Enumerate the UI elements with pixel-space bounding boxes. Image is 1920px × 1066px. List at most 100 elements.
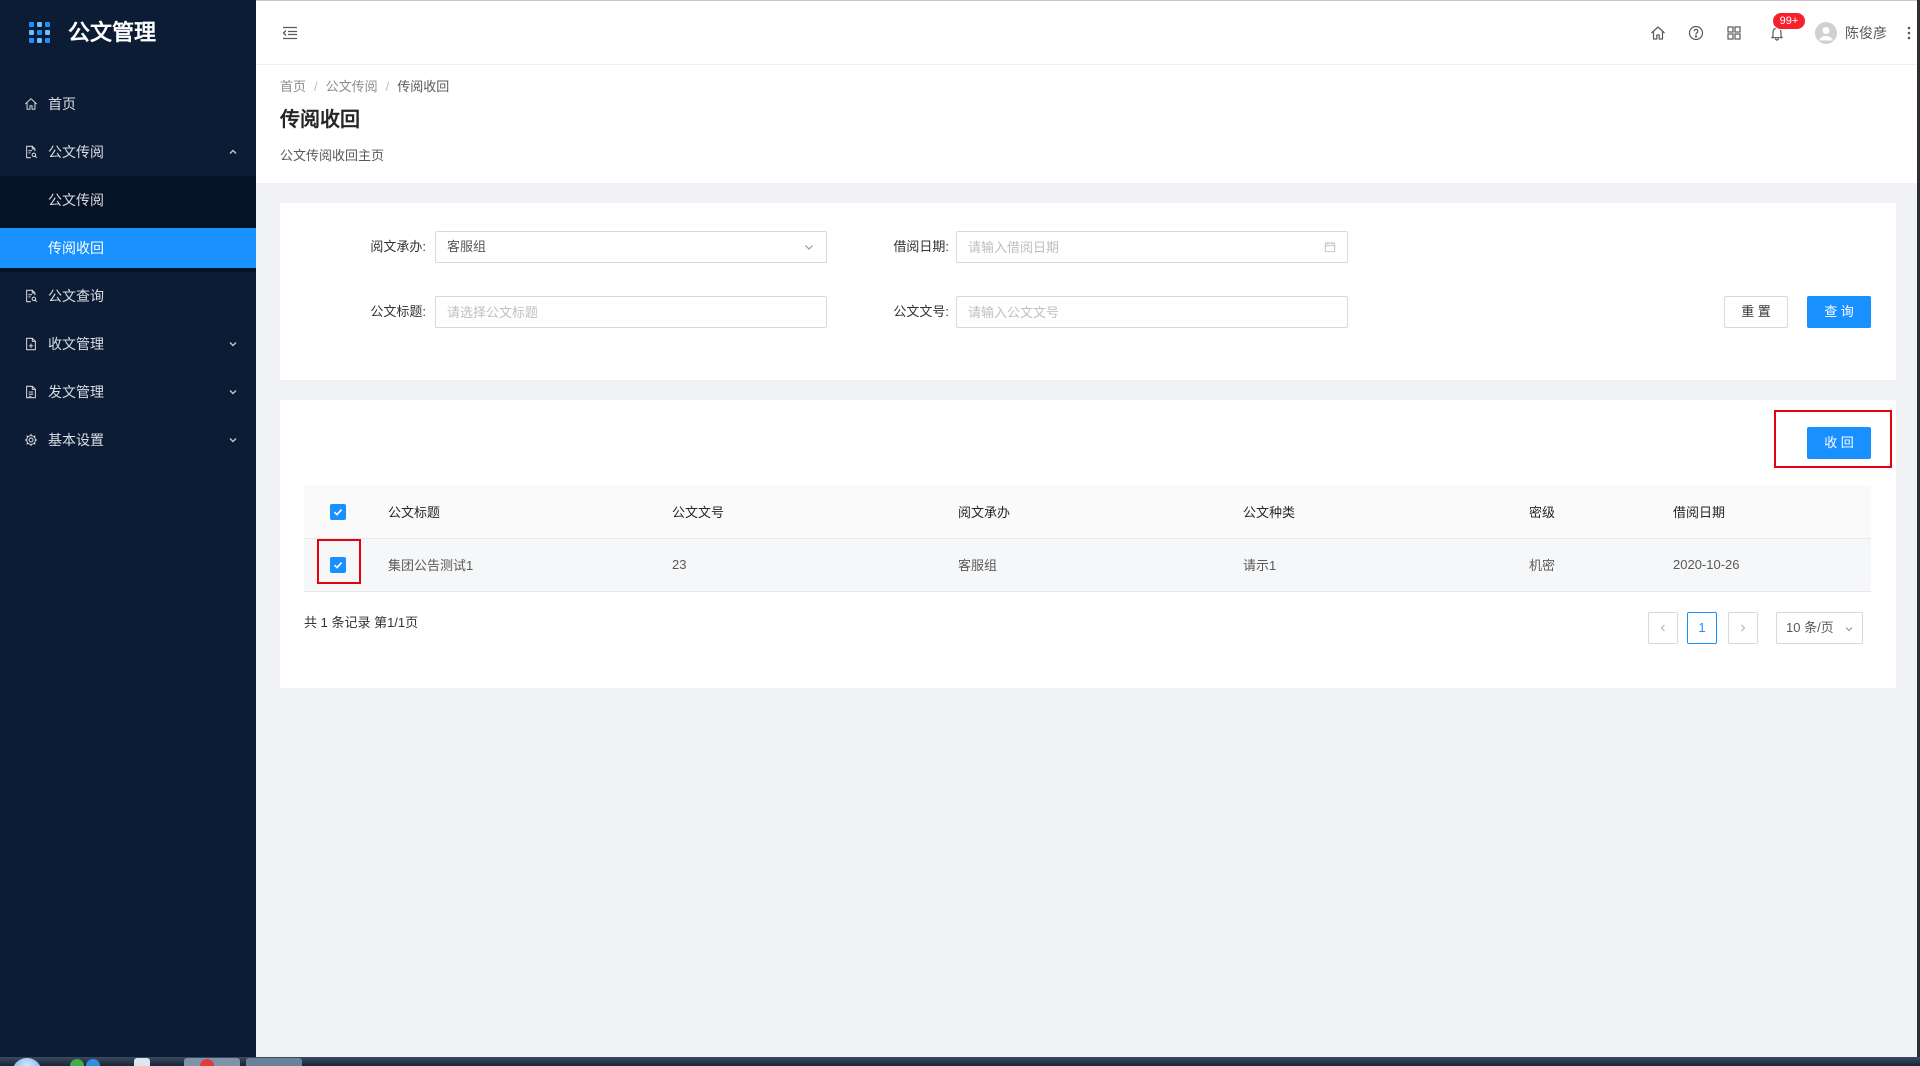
cell-title: 集团公告测试1 xyxy=(372,538,656,592)
table-row[interactable]: 集团公告测试1 23 客服组 请示1 机密 2020-10-26 xyxy=(304,538,1871,592)
chevron-right-icon xyxy=(1741,624,1746,632)
taskbar-app-button[interactable] xyxy=(246,1058,302,1066)
chevron-down-icon xyxy=(228,435,238,445)
search-form-card: 阅文承办: 客服组 借阅日期: 公文标题: 公文文号: 重 置 查 询 xyxy=(280,203,1896,380)
recall-button[interactable]: 收 回 xyxy=(1807,427,1871,459)
breadcrumb-item-doc-circulation[interactable]: 公文传阅 xyxy=(326,78,378,96)
sidebar-item-label: 公文查询 xyxy=(48,288,104,304)
select-all-checkbox[interactable] xyxy=(330,503,346,520)
search-button[interactable]: 查 询 xyxy=(1807,296,1871,328)
file-add-icon xyxy=(24,337,38,351)
sidebar-menu: 首页 公文传阅 公文传阅 传阅收回 公文查询 收文管理 发文管理 基本设置 xyxy=(0,80,256,464)
breadcrumb-item-current: 传阅收回 xyxy=(397,79,450,94)
file-text-icon xyxy=(24,385,38,399)
column-header-handler: 阅文承办 xyxy=(942,485,1227,539)
page-size-value: 10 条/页 xyxy=(1786,620,1834,635)
column-header-borrow-date: 借阅日期 xyxy=(1657,485,1871,539)
chevron-down-icon xyxy=(228,387,238,397)
pagination-summary: 共 1 条记录 第1/1页 xyxy=(304,615,419,630)
column-header-doc-number: 公文文号 xyxy=(656,485,942,539)
sidebar-item-label: 收文管理 xyxy=(48,336,104,352)
row-select-cell xyxy=(304,538,372,592)
sidebar-item-doc-circulation[interactable]: 公文传阅 xyxy=(0,128,256,176)
cell-borrow-date: 2020-10-26 xyxy=(1657,538,1871,592)
row-checkbox[interactable] xyxy=(330,556,346,573)
sidebar: 公文管理 首页 公文传阅 公文传阅 传阅收回 公文查询 收文管理 发文管理 基本… xyxy=(0,0,256,1057)
breadcrumb: 首页 / 公文传阅 / 传阅收回 xyxy=(280,78,449,96)
handler-select[interactable]: 客服组 xyxy=(435,231,827,263)
taskbar-app-button[interactable] xyxy=(134,1058,150,1066)
cell-doc-number: 23 xyxy=(656,538,942,592)
chevron-up-icon xyxy=(228,147,238,157)
apps-grid-icon xyxy=(29,22,50,43)
menu-fold-icon[interactable] xyxy=(282,25,298,41)
chevron-down-icon xyxy=(1844,624,1854,634)
sidebar-item-doc-query[interactable]: 公文查询 xyxy=(0,272,256,320)
os-taskbar xyxy=(0,1057,1920,1066)
sidebar-item-label: 发文管理 xyxy=(48,384,104,400)
sidebar-item-home[interactable]: 首页 xyxy=(0,80,256,128)
taskbar-start-button[interactable] xyxy=(12,1058,42,1066)
calendar-icon xyxy=(1324,241,1336,253)
doc-number-input[interactable] xyxy=(957,297,1347,327)
doc-number-label: 公文文号: xyxy=(893,304,949,319)
borrow-date-label: 借阅日期: xyxy=(893,239,949,254)
pagination-prev-button[interactable] xyxy=(1648,612,1678,644)
question-circle-icon[interactable] xyxy=(1688,25,1704,41)
chevron-down-icon xyxy=(803,241,815,253)
sidebar-item-incoming-docs[interactable]: 收文管理 xyxy=(0,320,256,368)
home-icon[interactable] xyxy=(1650,25,1666,41)
user-name[interactable]: 陈俊彦 xyxy=(1845,24,1887,42)
doc-number-field[interactable] xyxy=(956,296,1348,328)
file-search-icon xyxy=(24,145,38,159)
pagination-page-1[interactable]: 1 xyxy=(1687,612,1717,644)
column-header-security-level: 密级 xyxy=(1513,485,1657,539)
sidebar-item-label: 传阅收回 xyxy=(48,240,104,256)
doc-title-input[interactable] xyxy=(436,297,826,327)
page-header: 首页 / 公文传阅 / 传阅收回 传阅收回 公文传阅收回主页 xyxy=(256,65,1917,183)
doc-title-label: 公文标题: xyxy=(370,304,426,319)
page-size-select[interactable]: 10 条/页 xyxy=(1776,612,1863,644)
cell-security-level: 机密 xyxy=(1513,538,1657,592)
chevron-left-icon xyxy=(1660,624,1665,632)
cell-doc-type: 请示1 xyxy=(1227,538,1513,592)
sidebar-item-label: 首页 xyxy=(48,96,76,112)
chevron-down-icon xyxy=(228,339,238,349)
cell-handler: 客服组 xyxy=(942,538,1227,592)
sidebar-item-outgoing-docs[interactable]: 发文管理 xyxy=(0,368,256,416)
top-bar: 99+ 陈俊彦 xyxy=(256,0,1917,65)
avatar[interactable] xyxy=(1815,22,1837,44)
breadcrumb-separator: / xyxy=(385,79,390,94)
breadcrumb-separator: / xyxy=(314,79,318,94)
sidebar-submenu-doc-circulation: 公文传阅 传阅收回 xyxy=(0,176,256,272)
breadcrumb-item-home[interactable]: 首页 xyxy=(280,78,306,96)
borrow-date-picker[interactable] xyxy=(956,231,1348,263)
reset-button[interactable]: 重 置 xyxy=(1724,296,1788,328)
column-header-doc-type: 公文种类 xyxy=(1227,485,1513,539)
page-subtitle: 公文传阅收回主页 xyxy=(280,148,385,163)
sidebar-item-label: 公文传阅 xyxy=(48,144,104,160)
sidebar-subitem-doc-circulation[interactable]: 公文传阅 xyxy=(0,176,256,224)
more-vertical-icon[interactable] xyxy=(1907,25,1911,41)
taskbar-app-icon[interactable] xyxy=(86,1059,100,1066)
doc-title-field[interactable] xyxy=(435,296,827,328)
sidebar-item-settings[interactable]: 基本设置 xyxy=(0,416,256,464)
document-table: 公文标题 公文文号 阅文承办 公文种类 密级 借阅日期 集团公告测试1 23 客… xyxy=(304,485,1871,592)
home-icon xyxy=(24,97,38,111)
column-header-title: 公文标题 xyxy=(372,485,656,539)
app-logo[interactable]: 公文管理 xyxy=(0,0,256,65)
taskbar-app-icon[interactable] xyxy=(70,1059,84,1066)
notification-badge: 99+ xyxy=(1772,12,1806,30)
pagination-next-button[interactable] xyxy=(1728,612,1758,644)
file-search-icon xyxy=(24,289,38,303)
result-table-card: 收 回 公文标题 公文文号 阅文承办 公文种类 密级 借阅日期 集团公告测试1 … xyxy=(280,400,1896,688)
sidebar-item-label: 公文传阅 xyxy=(48,192,104,208)
setting-icon xyxy=(24,433,38,447)
sidebar-subitem-circulation-recall[interactable]: 传阅收回 xyxy=(0,224,256,272)
select-all-cell xyxy=(304,485,372,539)
sidebar-item-label: 基本设置 xyxy=(48,432,104,448)
app-title: 公文管理 xyxy=(68,20,157,45)
page-title: 传阅收回 xyxy=(280,109,360,131)
appstore-icon[interactable] xyxy=(1726,25,1742,41)
borrow-date-input[interactable] xyxy=(957,232,1347,262)
